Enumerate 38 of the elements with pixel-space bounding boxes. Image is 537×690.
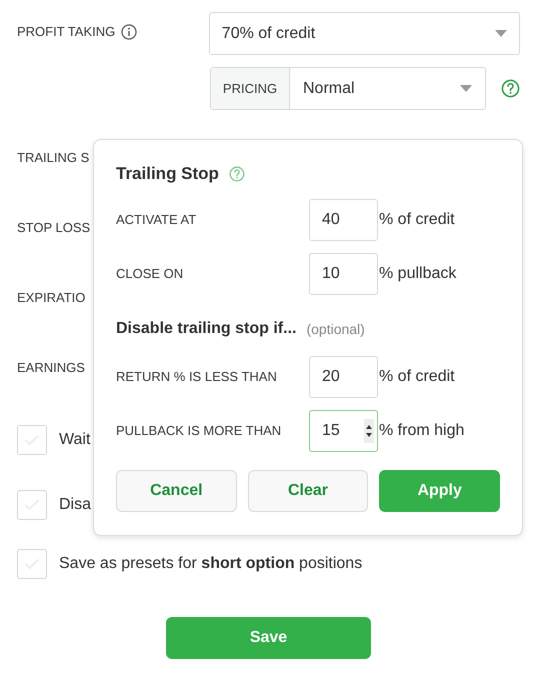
checkbox[interactable] [17, 425, 47, 455]
field-label: EXPIRATIO [17, 289, 86, 308]
unit-label: % from high [379, 421, 464, 441]
unit-label: % of credit [379, 210, 455, 230]
number-field[interactable]: 20 [309, 356, 378, 398]
number-field[interactable]: 10 [309, 253, 378, 295]
field-value: 20 [322, 367, 341, 387]
checkbox[interactable] [17, 490, 47, 520]
number-field[interactable]: 15 [309, 410, 378, 452]
field-label: PROFIT TAKING [17, 23, 116, 42]
field-label: ACTIVATE AT [116, 211, 198, 230]
field-label: CLOSE ON [116, 265, 184, 284]
unit-label: % pullback [379, 264, 456, 284]
field-label: TRAILING S [17, 149, 90, 168]
field-value: 40 [322, 210, 341, 230]
caret-icon [495, 30, 507, 37]
field-label: PULLBACK IS MORE THAN [116, 422, 282, 440]
checkbox-label: Wait [59, 430, 90, 450]
checkbox-label: Save as presets for short option positions [59, 554, 362, 574]
unit-label: % of credit [379, 367, 455, 387]
spinner-icon[interactable] [364, 419, 374, 443]
popover-title: Trailing Stop [116, 163, 219, 186]
section-title: Disable trailing stop if... [116, 319, 296, 339]
field-label: RETURN % IS LESS THAN [116, 368, 278, 386]
help-icon[interactable] [228, 166, 245, 182]
field-value: 10 [322, 264, 341, 284]
field-value: 15 [322, 421, 341, 441]
optional-note: (optional) [306, 320, 365, 339]
field-label: STOP LOSS [17, 219, 90, 238]
field-label: EARNINGS [17, 359, 85, 378]
number-field[interactable]: 40 [309, 199, 378, 241]
checkbox[interactable] [17, 549, 47, 579]
secondary-button[interactable]: Clear [248, 470, 368, 512]
checkbox-label: Disa [59, 495, 92, 515]
secondary-button[interactable]: Cancel [116, 470, 237, 512]
info-icon[interactable] [121, 24, 138, 40]
help-icon[interactable] [501, 79, 520, 98]
profit-select[interactable]: 70% of credit [208, 12, 520, 55]
